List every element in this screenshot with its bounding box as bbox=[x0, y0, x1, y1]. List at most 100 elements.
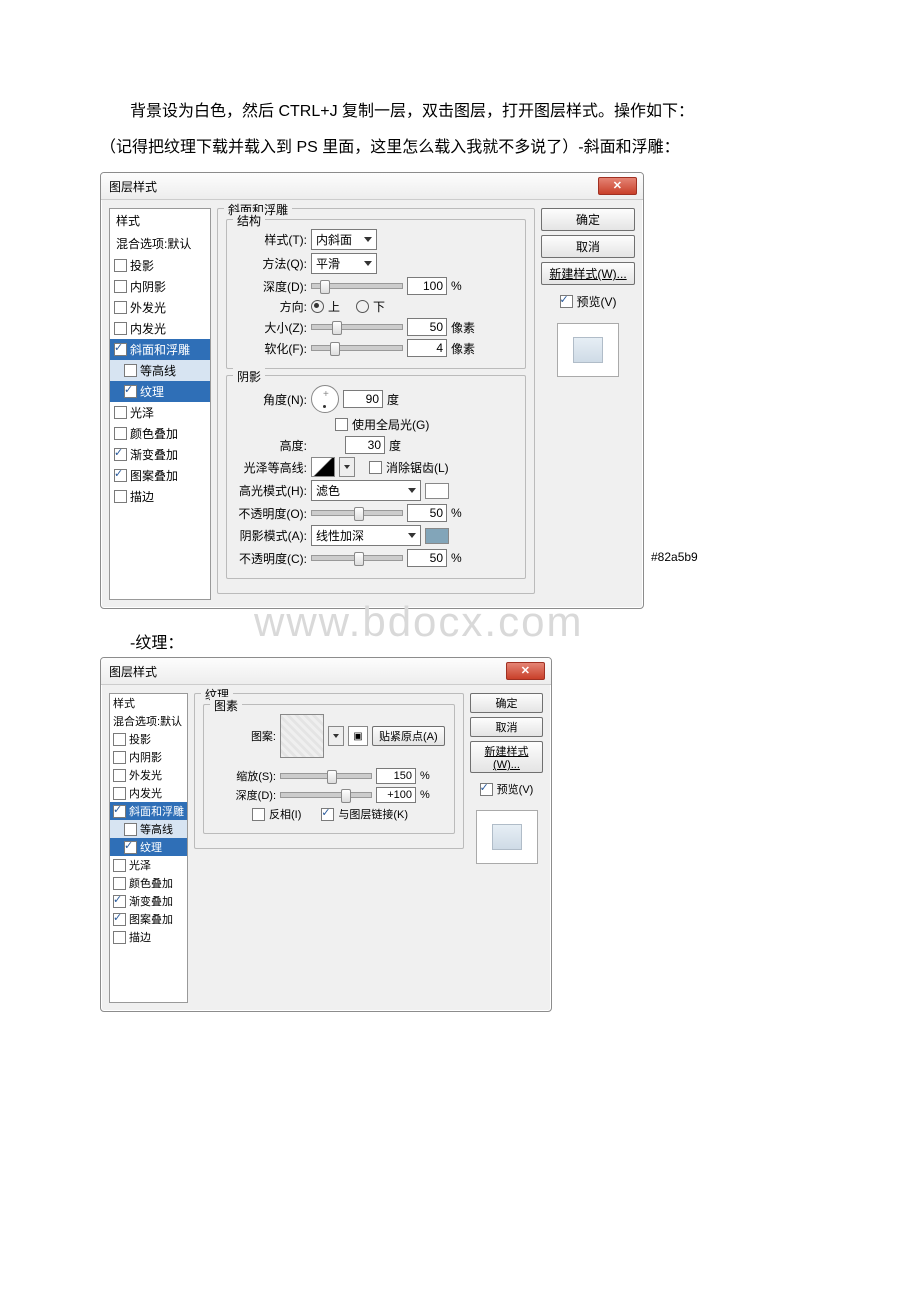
sidebar-item-color-overlay-2[interactable]: 颜色叠加 bbox=[110, 874, 187, 892]
bevel-panel: 斜面和浮雕 结构 样式(T): 内斜面 方法(Q): 平滑 深度(D): bbox=[217, 208, 535, 600]
altitude-value[interactable]: 30 bbox=[345, 436, 385, 454]
highlight-color-swatch[interactable] bbox=[425, 483, 449, 499]
pattern-new-icon[interactable]: ▣ bbox=[348, 726, 368, 746]
preview-label: 预览(V) bbox=[577, 293, 617, 310]
px-unit-2: 像素 bbox=[451, 340, 477, 357]
style-select[interactable]: 内斜面 bbox=[311, 229, 377, 250]
pct-unit-2: % bbox=[451, 506, 477, 520]
sidebar-item-texture-2[interactable]: 纹理 bbox=[110, 838, 187, 856]
sidebar-item-stroke-2[interactable]: 描边 bbox=[110, 928, 187, 946]
sidebar-item-stroke[interactable]: 描边 bbox=[110, 486, 210, 507]
preview-checkbox-2[interactable] bbox=[480, 783, 493, 796]
sidebar-head[interactable]: 样式 bbox=[110, 209, 210, 232]
new-style-button-2[interactable]: 新建样式(W)... bbox=[470, 741, 543, 773]
shadow-color-swatch[interactable] bbox=[425, 528, 449, 544]
pct-unit-3: % bbox=[451, 551, 477, 565]
sidebar-item-outer-glow-2[interactable]: 外发光 bbox=[110, 766, 187, 784]
tex-depth-value[interactable]: +100 bbox=[376, 787, 416, 803]
shadow-mode-select[interactable]: 线性加深 bbox=[311, 525, 421, 546]
pattern-dropdown[interactable] bbox=[328, 726, 344, 746]
ok-button[interactable]: 确定 bbox=[541, 208, 635, 231]
size-slider[interactable] bbox=[311, 324, 403, 330]
sidebar-item-inner-glow-2[interactable]: 内发光 bbox=[110, 784, 187, 802]
sidebar-default-2[interactable]: 混合选项:默认 bbox=[110, 712, 187, 730]
highlight-opacity-slider[interactable] bbox=[311, 510, 403, 516]
styles-sidebar: 样式 混合选项:默认 投影 内阴影 外发光 内发光 斜面和浮雕 等高线 纹理 光… bbox=[109, 208, 211, 600]
sidebar-item-drop-shadow[interactable]: 投影 bbox=[110, 255, 210, 276]
shadow-opacity-value[interactable]: 50 bbox=[407, 549, 447, 567]
depth-label: 深度(D): bbox=[235, 278, 307, 295]
shadow-opacity-slider[interactable] bbox=[311, 555, 403, 561]
shading-legend: 阴影 bbox=[233, 368, 265, 385]
shadow-opacity-label: 不透明度(C): bbox=[235, 550, 307, 567]
highlight-opacity-label: 不透明度(O): bbox=[235, 505, 307, 522]
invert-checkbox[interactable] bbox=[252, 808, 265, 821]
antialias-checkbox[interactable] bbox=[369, 461, 382, 474]
scale-label: 缩放(S): bbox=[212, 768, 276, 784]
preview-label-2: 预览(V) bbox=[497, 781, 534, 797]
sidebar-item-inner-shadow-2[interactable]: 内阴影 bbox=[110, 748, 187, 766]
sidebar-head-2[interactable]: 样式 bbox=[110, 694, 187, 712]
depth-slider[interactable] bbox=[311, 283, 403, 289]
sidebar-item-gradient-overlay[interactable]: 渐变叠加 bbox=[110, 444, 210, 465]
dir-up-radio[interactable] bbox=[311, 300, 324, 313]
tex-depth-slider[interactable] bbox=[280, 792, 372, 798]
highlight-mode-select[interactable]: 滤色 bbox=[311, 480, 421, 501]
depth-value[interactable]: 100 bbox=[407, 277, 447, 295]
scale-slider[interactable] bbox=[280, 773, 372, 779]
tex-depth-pct: % bbox=[420, 789, 446, 801]
preview-checkbox[interactable] bbox=[560, 295, 573, 308]
sidebar-item-contour-2[interactable]: 等高线 bbox=[110, 820, 187, 838]
sidebar-item-satin[interactable]: 光泽 bbox=[110, 402, 210, 423]
highlight-opacity-value[interactable]: 50 bbox=[407, 504, 447, 522]
technique-select[interactable]: 平滑 bbox=[311, 253, 377, 274]
snap-origin-button[interactable]: 贴紧原点(A) bbox=[372, 726, 445, 746]
sidebar-item-inner-shadow[interactable]: 内阴影 bbox=[110, 276, 210, 297]
sidebar-item-pattern-overlay[interactable]: 图案叠加 bbox=[110, 465, 210, 486]
scale-pct: % bbox=[420, 770, 446, 782]
elements-legend: 图素 bbox=[210, 697, 242, 714]
global-light-label: 使用全局光(G) bbox=[352, 416, 429, 433]
sidebar-item-gradient-overlay-2[interactable]: 渐变叠加 bbox=[110, 892, 187, 910]
cancel-button-2[interactable]: 取消 bbox=[470, 717, 543, 737]
cancel-button[interactable]: 取消 bbox=[541, 235, 635, 258]
sidebar-item-bevel-2[interactable]: 斜面和浮雕 bbox=[110, 802, 187, 820]
deg-unit: 度 bbox=[387, 391, 413, 408]
technique-label: 方法(Q): bbox=[235, 255, 307, 272]
gloss-contour-swatch[interactable] bbox=[311, 457, 335, 477]
sidebar-default[interactable]: 混合选项:默认 bbox=[110, 232, 210, 255]
bevel-group: 斜面和浮雕 结构 样式(T): 内斜面 方法(Q): 平滑 深度(D): bbox=[217, 208, 535, 594]
sidebar-item-inner-glow[interactable]: 内发光 bbox=[110, 318, 210, 339]
soften-slider[interactable] bbox=[311, 345, 403, 351]
angle-dial[interactable]: + bbox=[311, 385, 339, 413]
size-value[interactable]: 50 bbox=[407, 318, 447, 336]
sidebar-item-color-overlay[interactable]: 颜色叠加 bbox=[110, 423, 210, 444]
px-unit: 像素 bbox=[451, 319, 477, 336]
deg-unit-2: 度 bbox=[389, 437, 415, 454]
dir-up-label: 上 bbox=[328, 298, 340, 315]
sidebar-item-bevel[interactable]: 斜面和浮雕 bbox=[110, 339, 210, 360]
dir-down-radio[interactable] bbox=[356, 300, 369, 313]
sidebar-item-texture[interactable]: 纹理 bbox=[110, 381, 210, 402]
ok-button-2[interactable]: 确定 bbox=[470, 693, 543, 713]
close-button-2[interactable]: ✕ bbox=[506, 662, 545, 680]
link-checkbox[interactable] bbox=[321, 808, 334, 821]
global-light-checkbox[interactable] bbox=[335, 418, 348, 431]
close-button[interactable]: ✕ bbox=[598, 177, 637, 195]
sidebar-item-drop-shadow-2[interactable]: 投影 bbox=[110, 730, 187, 748]
gloss-contour-dropdown[interactable] bbox=[339, 457, 355, 477]
sidebar-item-outer-glow[interactable]: 外发光 bbox=[110, 297, 210, 318]
sidebar-item-pattern-overlay-2[interactable]: 图案叠加 bbox=[110, 910, 187, 928]
soften-value[interactable]: 4 bbox=[407, 339, 447, 357]
color-annotation: #82a5b9 bbox=[645, 550, 698, 564]
sidebar-item-satin-2[interactable]: 光泽 bbox=[110, 856, 187, 874]
pattern-label: 图案: bbox=[212, 728, 276, 744]
antialias-label: 消除锯齿(L) bbox=[386, 459, 449, 476]
pattern-swatch[interactable] bbox=[280, 714, 324, 758]
angle-value[interactable]: 90 bbox=[343, 390, 383, 408]
shading-group: 阴影 角度(N): + 90 度 使用全局光(G) 高度: bbox=[226, 375, 526, 579]
scale-value[interactable]: 150 bbox=[376, 768, 416, 784]
link-label: 与图层链接(K) bbox=[338, 806, 408, 822]
new-style-button[interactable]: 新建样式(W)... bbox=[541, 262, 635, 285]
sidebar-item-contour[interactable]: 等高线 bbox=[110, 360, 210, 381]
